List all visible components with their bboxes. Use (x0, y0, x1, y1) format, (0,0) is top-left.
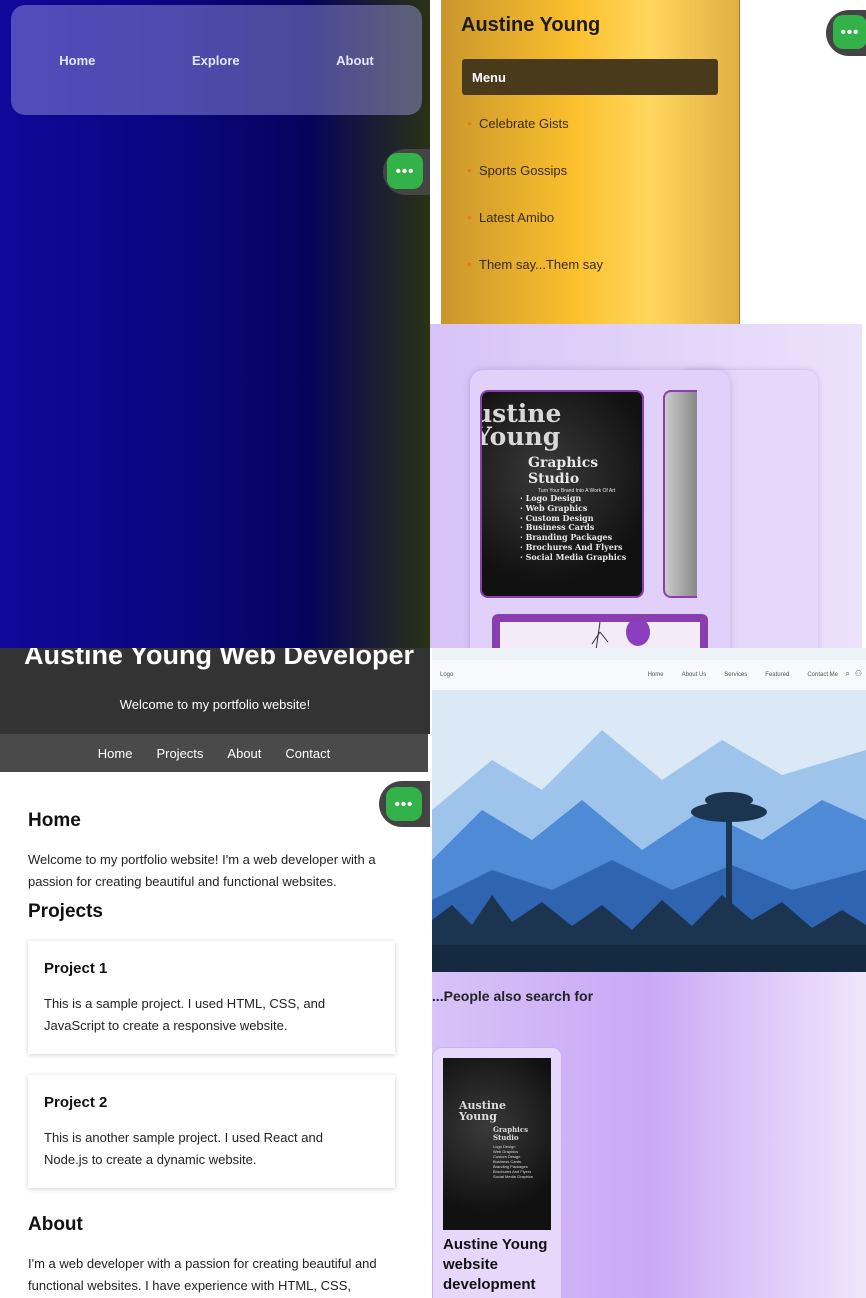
poster-title: ustine Young (480, 399, 562, 451)
hero-subtitle: Welcome to my portfolio website! (119, 697, 311, 712)
project-desc: This is a sample project. I used HTML, C… (44, 996, 326, 1033)
nav-about[interactable]: About (336, 53, 374, 68)
sidebar: Austine Young Menu Celebrate Gists Sport… (441, 0, 740, 324)
projects-heading: Projects (28, 901, 103, 922)
site-nav-services[interactable]: Services (724, 672, 747, 678)
project-title: Project 2 (44, 1094, 108, 1111)
poster-service-item: · Social Media Graphics (520, 551, 627, 562)
blue-nav-panel: Home Explore About ••• (0, 0, 430, 648)
search-icon[interactable]: ⌕ (846, 669, 850, 679)
nav-projects[interactable]: Projects (156, 746, 203, 761)
site-logo[interactable]: Logo (440, 672, 453, 678)
home-text: Welcome to my portfolio website! I'm a w… (28, 852, 376, 889)
section-heading: ...People also search for (432, 988, 594, 1004)
poster-services: · Logo Design · Web Graphics · Custom De… (520, 493, 627, 563)
project-card[interactable]: Project 2 This is another sample project… (28, 1075, 395, 1188)
sidebar-item-latest-amibo[interactable]: Latest Amibo (467, 210, 554, 225)
more-options-button[interactable]: ••• (833, 15, 866, 49)
user-icon[interactable]: ⚇ (855, 669, 862, 678)
home-heading: Home (28, 810, 81, 831)
thumb-title: Austine Young (459, 1099, 506, 1123)
menu-header[interactable]: Menu (462, 59, 718, 95)
more-options-button[interactable]: ••• (387, 153, 423, 189)
portfolio-page-panel: Austine Young Web Developer Welcome to m… (0, 648, 430, 1298)
portfolio-card[interactable]: ustine Young Graphics Studio Turn Your B… (470, 370, 730, 648)
sidebar-item-them-say[interactable]: Them say...Them say (467, 257, 603, 272)
glass-navbar: Home Explore About (11, 5, 422, 115)
nav-home[interactable]: Home (59, 53, 95, 68)
side-image (663, 390, 697, 598)
gold-sidebar-panel: Austine Young Menu Celebrate Gists Sport… (430, 0, 866, 324)
graphics-studio-poster: ustine Young Graphics Studio Turn Your B… (480, 390, 644, 598)
thumb-service-item: Social Media Graphics (493, 1174, 534, 1179)
nav-contact[interactable]: Contact (285, 746, 330, 761)
about-text: I'm a web developer with a passion for c… (28, 1256, 377, 1293)
people-also-search-panel: ...People also search for Austine Young … (432, 972, 866, 1298)
site-nav-about[interactable]: About Us (682, 672, 707, 678)
nav-about[interactable]: About (227, 746, 261, 761)
thumb-studio: Graphics Studio (493, 1125, 529, 1142)
nav-home[interactable]: Home (98, 746, 133, 761)
project-desc: This is another sample project. I used R… (44, 1130, 323, 1167)
suggestion-thumbnail: Austine Young Graphics Studio Logo Desig… (443, 1058, 551, 1230)
sidebar-item-celebrate-gists[interactable]: Celebrate Gists (467, 116, 569, 131)
balloon-image (492, 614, 708, 648)
more-options-button[interactable]: ••• (386, 787, 422, 821)
site-nav-featured[interactable]: Featured (765, 672, 789, 678)
poster-studio: Graphics Studio (528, 455, 599, 487)
hero-title: Austine Young Web Developer (24, 648, 415, 670)
nav-explore[interactable]: Explore (192, 53, 240, 68)
sidebar-item-sports-gossips[interactable]: Sports Gossips (467, 163, 567, 178)
about-heading: About (28, 1214, 83, 1235)
landscape-illustration (432, 690, 866, 972)
site-nav-links: Home About Us Services Featured Contact … (648, 672, 838, 678)
lavender-cards-panel: ustine Young Graphics Studio Turn Your B… (430, 324, 862, 648)
top-nav: Home Projects About Contact (0, 734, 428, 772)
site-navbar: Logo Home About Us Services Featured Con… (432, 660, 866, 690)
balloon-icon (591, 618, 650, 648)
thumb-services: Logo Design Web Graphics Custom Design B… (493, 1144, 533, 1179)
hero-header: Austine Young Web Developer Welcome to m… (0, 648, 430, 734)
project-title: Project 1 (44, 960, 108, 977)
project-card[interactable]: Project 1 This is a sample project. I us… (28, 941, 395, 1054)
sidebar-title: Austine Young (461, 14, 601, 36)
suggestion-card[interactable]: Austine Young Graphics Studio Logo Desig… (432, 1047, 562, 1298)
suggestion-title: Austine Young website development (443, 1236, 548, 1293)
landscape-site-panel: Logo Home About Us Services Featured Con… (432, 648, 866, 972)
site-nav-contact[interactable]: Contact Me (807, 672, 838, 678)
site-nav-home[interactable]: Home (648, 672, 664, 678)
